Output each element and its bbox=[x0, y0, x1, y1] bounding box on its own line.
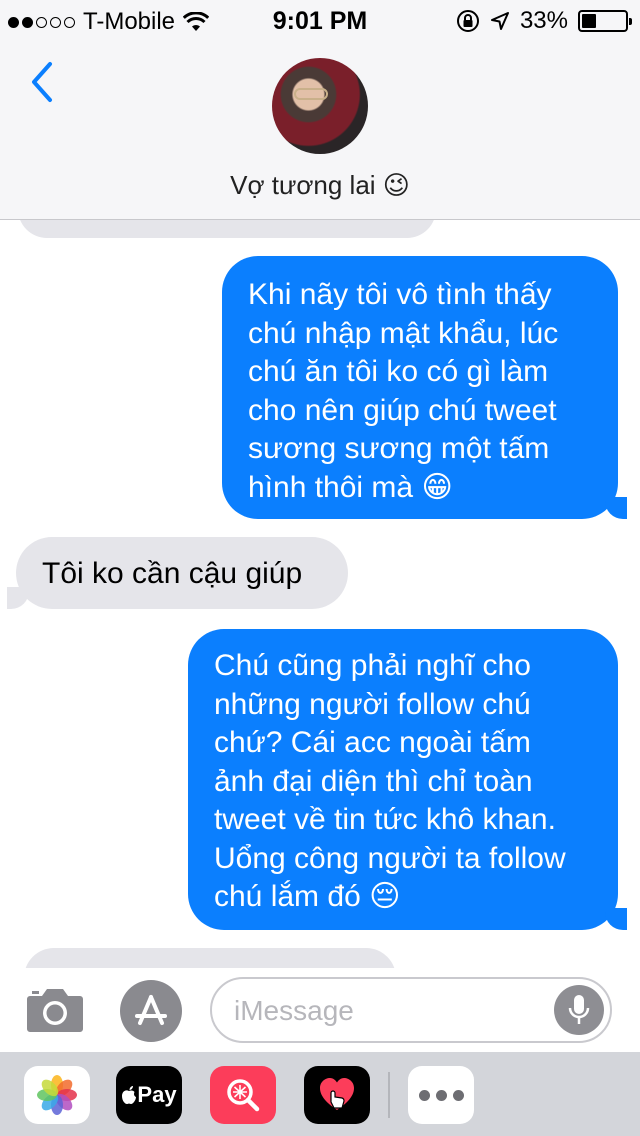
camera-button[interactable] bbox=[26, 984, 84, 1034]
image-search-app-button[interactable] bbox=[210, 1066, 276, 1124]
message-line: những người follow chú bbox=[214, 687, 531, 721]
message-line: chú nhập mật khẩu, lúc bbox=[248, 316, 559, 350]
apple-pay-label: Pay bbox=[137, 1082, 177, 1107]
compose-bar bbox=[0, 968, 640, 1052]
status-bar: T-Mobile 9:01 PM 33% bbox=[0, 0, 640, 40]
message-line: hình thôi mà 😁 bbox=[248, 470, 453, 504]
battery-icon bbox=[578, 10, 632, 32]
message-line: chú ăn tôi ko có gì làm bbox=[248, 355, 549, 388]
more-icon bbox=[418, 1089, 430, 1101]
bubble-tail bbox=[605, 908, 627, 930]
dictation-button[interactable] bbox=[554, 985, 604, 1035]
camera-icon bbox=[27, 989, 83, 1032]
app-drawer-divider bbox=[388, 1072, 390, 1118]
message-line: cho nên giúp chú tweet bbox=[248, 393, 557, 427]
microphone-icon bbox=[568, 995, 590, 1024]
message-line: chứ? Cái acc ngoài tấm bbox=[214, 726, 531, 759]
message-field[interactable] bbox=[210, 977, 612, 1043]
message-bubble-incoming[interactable] bbox=[24, 948, 396, 968]
message-line: Chú cũng phải nghĩ cho bbox=[214, 649, 531, 682]
contact-name[interactable]: Vợ tương lai 😉 bbox=[0, 170, 640, 201]
digital-touch-icon bbox=[320, 1078, 354, 1110]
photos-icon bbox=[37, 1075, 77, 1115]
message-bubble-outgoing[interactable]: Chú cũng phải nghĩ cho những người follo… bbox=[188, 629, 627, 930]
message-line: Khi nãy tôi vô tình thấy bbox=[248, 278, 552, 311]
message-line: Tôi ko cần cậu giúp bbox=[42, 557, 303, 590]
app-drawer: Pay bbox=[0, 1052, 640, 1136]
chevron-left-icon bbox=[32, 62, 52, 102]
back-button[interactable] bbox=[28, 60, 68, 104]
more-apps-button[interactable] bbox=[408, 1066, 474, 1124]
photos-app-button[interactable] bbox=[24, 1066, 90, 1124]
message-line: ảnh đại diện thì chỉ toàn bbox=[214, 764, 533, 798]
message-bubble-incoming[interactable]: Tôi ko cần cậu giúp bbox=[7, 537, 348, 609]
message-bubble-incoming[interactable] bbox=[18, 220, 436, 238]
search-images-icon bbox=[227, 1079, 260, 1112]
app-store-icon bbox=[135, 995, 167, 1025]
apple-logo-icon bbox=[122, 1086, 137, 1104]
battery-percent: 33% bbox=[519, 7, 568, 34]
bubble-tail bbox=[605, 497, 627, 519]
message-line: chú lắm đó 😔 bbox=[214, 880, 401, 913]
message-bubble-outgoing[interactable]: Khi nãy tôi vô tình thấy chú nhập mật kh… bbox=[222, 256, 627, 519]
status-right: 33% bbox=[456, 7, 632, 35]
message-list[interactable]: Khi nãy tôi vô tình thấy chú nhập mật kh… bbox=[0, 220, 640, 968]
message-line: Uổng công người ta follow bbox=[214, 841, 566, 875]
bubble-tail bbox=[7, 587, 29, 609]
app-store-button[interactable] bbox=[120, 980, 182, 1042]
apple-pay-app-button[interactable]: Pay bbox=[116, 1066, 182, 1124]
contact-avatar[interactable] bbox=[272, 58, 368, 154]
message-input[interactable] bbox=[234, 993, 534, 1029]
message-line: sương sương một tấm bbox=[248, 432, 550, 465]
rotation-lock-icon bbox=[456, 10, 479, 32]
message-line: tweet về tin tức khô khan. bbox=[214, 803, 556, 836]
location-icon bbox=[490, 12, 509, 30]
digital-touch-app-button[interactable] bbox=[304, 1066, 370, 1124]
